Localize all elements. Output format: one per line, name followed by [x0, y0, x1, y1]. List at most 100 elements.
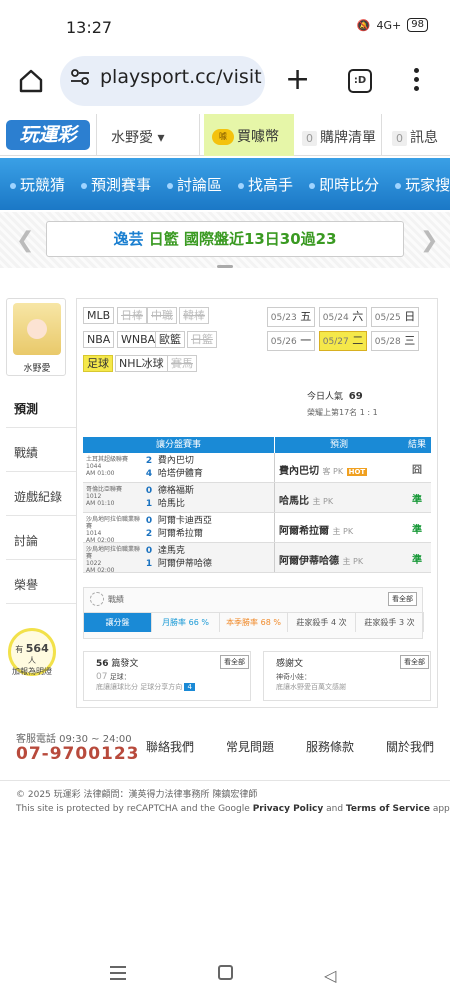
nav-item-predict[interactable]: 預測賽事 [81, 174, 151, 195]
home-icon[interactable] [18, 68, 44, 94]
date-value: 05/24 [322, 313, 349, 323]
date-tab[interactable]: 05/27 二 [319, 331, 367, 351]
site-settings-icon[interactable] [70, 68, 90, 86]
record-tab-monthly[interactable]: 月勝率 66 % [152, 613, 220, 632]
date-weekday: 日 [404, 310, 416, 323]
league-tab[interactable]: WNBA [117, 331, 160, 348]
coin-icon: 噱 [212, 129, 234, 145]
more-menu-icon[interactable] [414, 68, 420, 95]
pick-side: 主 PK [312, 497, 334, 506]
table-header: 讓分盤賽事 預測 結果 [83, 437, 431, 453]
record-tab-killer-2[interactable]: 莊家殺手 3 次 [356, 613, 424, 632]
league-tab[interactable]: 賽馬 [167, 355, 197, 372]
posts-view-all-button[interactable]: 看全部 [220, 655, 249, 669]
nav-item-live-score[interactable]: 即時比分 [309, 174, 379, 195]
record-tab-handicap[interactable]: 讓分盤 [84, 613, 152, 632]
match-teams[interactable]: 0 阿爾卡迪西亞 2 阿爾希拉爾 [143, 513, 275, 542]
cart-button[interactable]: 0 購牌清單 [296, 114, 382, 156]
popularity-value: 69 [348, 391, 363, 402]
match-teams[interactable]: 0 德格福斯 1 哈馬比 [143, 483, 275, 512]
sidebar-item-predict[interactable]: 預測 [6, 386, 78, 428]
match-info: 哥倫比亞聯賽 1012 AM 01:10 [83, 483, 143, 512]
table-row: 沙烏地阿拉伯職業聯賽 1022 AM 02:00 0 達馬克 1 阿爾伊蒂哈德 阿爾伊蒂哈… [83, 543, 431, 574]
copyright: © 2025 玩運彩 法律顧問：漢英得力法律事務所 陳鎮宏律師 [16, 790, 258, 800]
rank-text: 榮耀上第17名 1 : 1 [307, 408, 378, 417]
thanks-view-all-button[interactable]: 看全部 [400, 655, 429, 669]
result-badge: 準 [412, 495, 422, 506]
match-time: AM 01:00 [86, 470, 115, 477]
hot-icon: HOT [346, 468, 368, 476]
match-code: 1044 [86, 463, 102, 470]
sidebar-item-discussion[interactable]: 討論 [6, 518, 78, 560]
footer-link-contact[interactable]: 聯絡我們 [146, 738, 194, 755]
away-team: 費內巴切 [157, 456, 194, 466]
footer-link-about[interactable]: 關於我們 [386, 738, 434, 755]
match-code: 1012 [86, 493, 102, 500]
thanks-card: 感謝文 看全部 神奇小娃： 底讓水野愛百萬文感謝 [263, 651, 431, 701]
record-tab-killer-1[interactable]: 莊家殺手 4 次 [288, 613, 356, 632]
home-button-icon[interactable] [218, 965, 233, 980]
record-tab-season[interactable]: 本季勝率 68 % [220, 613, 288, 632]
thanks-item[interactable]: 神奇小娃： 底讓水野愛百萬文感謝 [276, 672, 426, 692]
nav-item-experts[interactable]: 找高手 [238, 174, 293, 195]
browser-toolbar: playsport.cc/visit + :D [0, 50, 450, 112]
match-time: AM 01:10 [86, 500, 115, 507]
league-tab[interactable]: 日棒 [117, 307, 147, 324]
sidebar-item-honor[interactable]: 榮譽 [6, 562, 78, 604]
league-tab[interactable]: 韓棒 [179, 307, 209, 324]
league-tab[interactable]: 中職 [147, 307, 177, 324]
new-tab-icon[interactable]: + [285, 62, 310, 97]
back-icon[interactable]: ◁ [324, 966, 336, 985]
record-view-all-button[interactable]: 看全部 [388, 592, 417, 606]
league-tab[interactable]: MLB [83, 307, 115, 324]
date-tab[interactable]: 05/26 一 [267, 331, 315, 351]
chevron-right-icon[interactable]: ❯ [420, 228, 438, 253]
lightbulb-badge[interactable]: 有 564 人加報為明燈 [8, 628, 56, 676]
match-time: AM 02:00 [86, 567, 115, 574]
post-item[interactable]: 07 足球： 底讓讓球比分 足球分享方向 4 [96, 672, 246, 692]
profile-content: 水野愛 預測 戰績 遊戲紀錄 討論 榮譽 有 564 人加報為明燈 MLB 日棒中… [0, 286, 450, 708]
date-tab[interactable]: 05/23 五 [267, 307, 315, 327]
league-tab[interactable]: NHL冰球 [115, 355, 168, 372]
chevron-left-icon[interactable]: ❮ [16, 228, 34, 253]
terms-of-service-link[interactable]: Terms of Service [346, 804, 430, 814]
league-tab[interactable]: 日籃 [187, 331, 217, 348]
cart-count: 0 [302, 131, 317, 146]
tab-switcher-button[interactable]: :D [348, 69, 372, 93]
site-logo[interactable]: 玩運彩 [6, 120, 90, 150]
match-teams[interactable]: 0 達馬克 1 阿爾伊蒂哈德 [143, 543, 275, 572]
match-teams[interactable]: 2 費內巴切 4 哈塔伊體育 [143, 453, 275, 482]
date-value: 05/23 [270, 313, 297, 323]
avatar-name: 水野愛 [23, 364, 51, 374]
announcement-box[interactable]: 逸芸 日籃 國際盤近13日30過23 [46, 221, 404, 257]
nav-item-forum[interactable]: 討論區 [167, 174, 222, 195]
nav-item-play[interactable]: 玩競猜 [10, 174, 65, 195]
system-nav-bar: ◁ [0, 950, 450, 1000]
league-tab[interactable]: 歐籃 [155, 331, 185, 348]
sidebar-item-record[interactable]: 戰績 [6, 430, 78, 472]
match-code: 1014 [86, 530, 102, 537]
recent-apps-icon[interactable] [110, 966, 126, 984]
avatar[interactable]: 水野愛 [6, 298, 66, 376]
sidebar-item-game-log[interactable]: 遊戲紀錄 [6, 474, 78, 516]
date-weekday: 三 [404, 334, 416, 347]
privacy-policy-link[interactable]: Privacy Policy [253, 804, 324, 814]
league-tab[interactable]: 足球 [83, 355, 113, 372]
posts-card: 56 篇發文 看全部 07 足球： 底讓讓球比分 足球分享方向 4 [83, 651, 251, 701]
footer-link-faq[interactable]: 常見問題 [226, 738, 274, 755]
posts-title: 56 篇發文 [96, 656, 138, 669]
nav-item-player-search[interactable]: 玩家搜尋 [395, 174, 450, 195]
date-tab[interactable]: 05/25 日 [371, 307, 419, 327]
support-phone[interactable]: 07-9700123 [16, 744, 140, 764]
date-tab[interactable]: 05/24 六 [319, 307, 367, 327]
date-tab[interactable]: 05/28 三 [371, 331, 419, 351]
announcement-name: 逸芸 [113, 230, 144, 248]
user-dropdown[interactable]: 水野愛 ▾ [96, 114, 200, 156]
battery-icon: 98 [407, 18, 428, 32]
messages-button[interactable]: 0 訊息 [386, 114, 450, 156]
buy-coin-button[interactable]: 噱買噱幣 [204, 114, 294, 156]
msg-count: 0 [392, 131, 407, 146]
url-text[interactable]: playsport.cc/visit [100, 66, 262, 88]
league-tab[interactable]: NBA [83, 331, 115, 348]
footer-link-terms[interactable]: 服務條款 [306, 738, 354, 755]
